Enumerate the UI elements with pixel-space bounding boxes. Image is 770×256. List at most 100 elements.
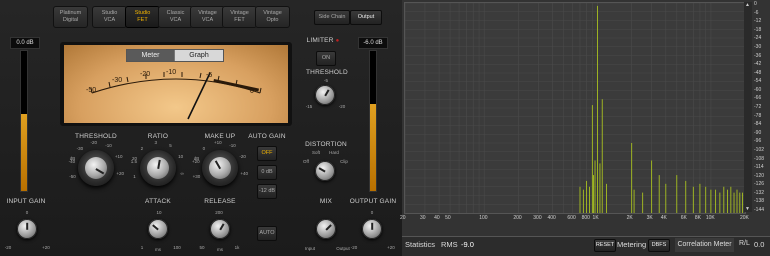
limiter-on-button[interactable]: ON [316, 51, 336, 66]
meter-graph-toggle: Meter Graph [126, 49, 224, 62]
spectrum-graph [404, 2, 746, 213]
preset-button[interactable]: Vintage VCA [190, 6, 225, 28]
attack-label: ATTACK [145, 198, 171, 205]
threshold-scale-label: dB [69, 156, 76, 162]
y-axis-tick-label: -18 [754, 26, 762, 33]
auto-gain-label: AUTO GAIN [248, 133, 286, 140]
make-up-scale-label: +30 [192, 173, 201, 179]
x-axis-tick-label: 20K [740, 215, 749, 221]
y-axis-tick-label: -108 [754, 155, 765, 162]
ratio-scale-label: 5 [169, 143, 172, 149]
preset-button[interactable]: Studio FET [125, 6, 160, 28]
spectrum-scrollbar[interactable]: ▲ ▼ [744, 2, 752, 212]
release-knob[interactable] [210, 219, 230, 239]
y-axis-tick-label: -60 [754, 86, 762, 93]
auto-gain-minus12db-button[interactable]: -12 dB [257, 184, 277, 199]
y-axis-tick-label: -96 [754, 138, 762, 145]
make-up-scale-label: -20 [239, 154, 246, 160]
y-axis-tick-label: -36 [754, 52, 762, 59]
x-axis-tick-label: 600 [567, 215, 576, 221]
preset-button[interactable]: Platinum Digital [53, 6, 88, 28]
make-up-scale-label: dB [193, 156, 200, 162]
side-chain-tab[interactable]: Side Chain [314, 10, 350, 25]
spectrum-plot[interactable] [404, 2, 746, 214]
meter-scale-label: -5 [206, 72, 213, 79]
x-axis-tick-label: 3K [646, 215, 653, 221]
x-axis-tick-label: 800 [581, 215, 590, 221]
auto-gain-off-button[interactable]: OFF [257, 146, 277, 161]
dbfs-button[interactable]: DBFS [648, 239, 670, 252]
input-gain-center-label: 0 [25, 210, 29, 215]
x-axis-tick-label: 400 [547, 215, 556, 221]
preset-button[interactable]: Vintage Opto [255, 6, 290, 28]
attack-center-label: 10 [156, 210, 162, 215]
scroll-down-icon[interactable]: ▼ [745, 206, 750, 212]
output-level-fill [370, 104, 376, 191]
x-axis-tick-label: 20 [400, 215, 406, 221]
output-tab[interactable]: Output [350, 10, 382, 25]
input-gain-label: INPUT GAIN [6, 198, 46, 205]
limiter-threshold-min-label: -15 [305, 104, 313, 109]
x-axis-tick-label: 300 [533, 215, 542, 221]
compressor-plugin: Platinum Digital Studio VCA Studio FET Clas… [0, 0, 402, 255]
limiter-threshold-knob[interactable] [315, 85, 335, 105]
distortion-clip-label: Clip [340, 159, 348, 164]
y-axis-tick-label: -78 [754, 112, 762, 119]
meter-scale-label: -50 [86, 87, 97, 94]
mix-label: MIX [319, 198, 333, 205]
reset-button[interactable]: RESET [594, 239, 616, 252]
input-gain-knob[interactable] [17, 219, 37, 239]
threshold-scale-label: -20 [90, 140, 98, 146]
meter-tab[interactable]: Meter [127, 50, 174, 61]
release-unit-label: ms [217, 247, 223, 252]
make-up-knob[interactable] [202, 150, 238, 186]
input-gain-min-label: -20 [4, 245, 12, 250]
scroll-up-icon[interactable]: ▲ [745, 2, 750, 8]
attack-max-label: 100 [173, 245, 181, 250]
limiter-threshold-max-label: -20 [338, 104, 346, 109]
statistics-label: Statistics [405, 240, 436, 249]
input-level-meter [20, 50, 28, 192]
ratio-scale-label: 3 [154, 140, 158, 146]
auto-gain-0db-button[interactable]: 0 dB [257, 165, 277, 180]
x-axis-tick-label: 10K [705, 215, 715, 221]
threshold-scale-label: -50 [69, 173, 76, 179]
x-axis-tick-label: 1K [592, 215, 599, 221]
input-level-readout: 0.0 dB [10, 37, 40, 49]
y-axis-tick-label: -102 [754, 146, 765, 153]
threshold-scale-label: -10 [105, 143, 112, 149]
release-min-label: 50 [199, 245, 205, 250]
output-gain-min-label: -20 [350, 245, 358, 250]
output-gain-knob[interactable] [362, 219, 382, 239]
make-up-scale-label: +40 [240, 171, 248, 177]
graph-tab[interactable]: Graph [175, 50, 223, 61]
auto-release-button[interactable]: AUTO [257, 226, 277, 241]
y-axis-tick-label: -138 [754, 198, 765, 205]
attack-unit-label: ms [155, 247, 161, 252]
threshold-knob[interactable] [78, 150, 114, 186]
attack-knob[interactable] [148, 219, 168, 239]
distortion-knob[interactable] [315, 161, 335, 181]
output-gain-center-label: 0 [370, 210, 374, 215]
preset-button[interactable]: Classic VCA [158, 6, 193, 28]
mix-knob[interactable] [316, 219, 336, 239]
y-axis-tick-label: -24 [754, 35, 762, 42]
correlation-meter-label: Correlation Meter [675, 238, 734, 252]
preset-button[interactable]: Studio VCA [92, 6, 127, 28]
preset-button[interactable]: Vintage FET [222, 6, 257, 28]
x-axis-tick-label: 200 [513, 215, 522, 221]
y-axis-tick-label: -42 [754, 61, 762, 68]
distortion-soft-label: Soft [311, 150, 320, 155]
meter-scale-label: 0 [250, 88, 254, 95]
ratio-knob[interactable] [140, 150, 176, 186]
ratio-scale-label: 1 [133, 173, 136, 179]
y-axis-tick-label: -48 [754, 69, 762, 76]
limiter-label: LIMITER ● [306, 37, 340, 44]
x-axis-tick-label: 40 [434, 215, 440, 221]
x-axis-tick-label: 8K [694, 215, 702, 221]
y-axis-tick-label: -72 [754, 104, 762, 110]
y-axis-tick-label: -120 [754, 172, 765, 179]
correlation-channel-label: R/L [739, 240, 750, 247]
gain-reduction-meter: Meter Graph -50 -30 -20 -10 -5 0 [64, 45, 288, 123]
y-axis-tick-label: -132 [754, 189, 765, 196]
